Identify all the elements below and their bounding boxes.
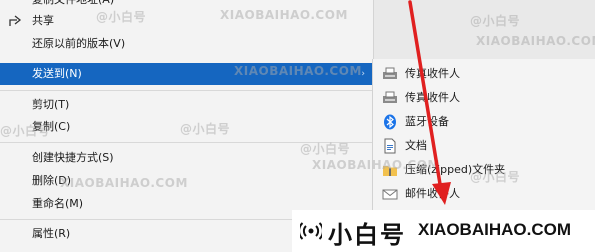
submenu-item-fax-recipient[interactable]: 传真收件人 bbox=[373, 63, 595, 85]
watermark-cn: @小白号 bbox=[180, 122, 231, 136]
submenu-item-documents[interactable]: 文档 bbox=[373, 135, 595, 157]
submenu-item-bluetooth[interactable]: 蓝牙设备 bbox=[373, 111, 595, 133]
send-to-submenu: 传真收件人 传真收件人 蓝牙设备 文档 压缩(zipped)文件夹 邮件收件人 bbox=[372, 59, 595, 219]
menu-item-label: 发送到(N) bbox=[32, 67, 82, 80]
watermark-cn: @小白号 bbox=[470, 170, 521, 184]
submenu-item-label: 文档 bbox=[405, 139, 427, 152]
fax-icon bbox=[382, 90, 398, 106]
brand-name-cn: 小白号 bbox=[328, 221, 406, 249]
fax-icon bbox=[382, 66, 398, 82]
mail-recipient-icon bbox=[382, 186, 398, 202]
menu-item-label: 剪切(T) bbox=[32, 98, 70, 111]
menu-item-cut[interactable]: 剪切(T) bbox=[0, 94, 373, 116]
menu-item-label: 创建快捷方式(S) bbox=[32, 151, 114, 164]
watermark-cn: @小白号 bbox=[470, 14, 521, 28]
broadcast-icon bbox=[298, 222, 324, 240]
menu-item-restore-versions[interactable]: 还原以前的版本(V) bbox=[0, 33, 373, 55]
watermark-en: XIAOBAIHAO.COM bbox=[312, 158, 440, 172]
watermark-en: XIAOBAIHAO.COM bbox=[60, 176, 188, 190]
chevron-right-icon: › bbox=[361, 69, 365, 79]
watermark-cn: @小白号 bbox=[300, 142, 351, 156]
submenu-item-label: 传真收件人 bbox=[405, 91, 460, 104]
menu-item-label: 属性(R) bbox=[32, 227, 71, 240]
watermark-en: XIAOBAIHAO.COM bbox=[476, 34, 595, 48]
submenu-item-label: 传真收件人 bbox=[405, 67, 460, 80]
menu-separator bbox=[0, 90, 373, 91]
brand-footer: 小白号 XIAOBAIHAO.COM bbox=[292, 210, 595, 252]
menu-item-label: 还原以前的版本(V) bbox=[32, 37, 126, 50]
watermark-en: XIAOBAIHAO.COM bbox=[220, 8, 348, 22]
menu-item-label: 共享 bbox=[32, 14, 54, 27]
document-icon bbox=[382, 138, 398, 154]
watermark-cn: @小白号 bbox=[96, 10, 147, 24]
submenu-item-mail-recipient[interactable]: 邮件收件人 bbox=[373, 183, 595, 205]
bluetooth-icon bbox=[382, 114, 398, 130]
share-icon bbox=[8, 14, 22, 28]
submenu-item-fax-recipient[interactable]: 传真收件人 bbox=[373, 87, 595, 109]
submenu-item-label: 蓝牙设备 bbox=[405, 115, 449, 128]
submenu-item-label: 邮件收件人 bbox=[405, 187, 460, 200]
menu-item-label: 重命名(M) bbox=[32, 197, 84, 210]
brand-name-en: XIAOBAIHAO.COM bbox=[418, 220, 571, 239]
watermark-en: XIAOBAIHAO.COM bbox=[234, 64, 362, 78]
watermark-cn: @小白号 bbox=[0, 124, 51, 138]
